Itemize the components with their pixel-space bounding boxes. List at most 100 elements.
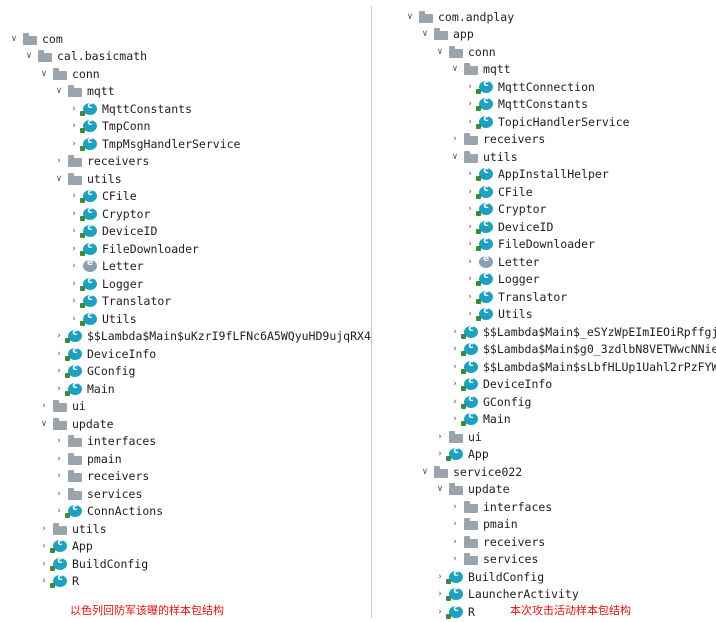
tree-node[interactable]: › receivers (374, 131, 716, 148)
tree-node[interactable]: › Translator (374, 288, 716, 305)
tree-node[interactable]: › receivers (0, 153, 372, 170)
tree-node[interactable]: › Translator (0, 293, 372, 310)
chevron-right-icon[interactable]: › (449, 134, 461, 144)
tree-node[interactable]: › CFile (0, 188, 372, 205)
chevron-right-icon[interactable]: › (68, 279, 80, 289)
tree-node[interactable]: › services (0, 485, 372, 502)
tree-node[interactable]: ∨ com (0, 30, 372, 47)
chevron-right-icon[interactable]: › (464, 82, 476, 92)
chevron-right-icon[interactable]: › (53, 471, 65, 481)
tree-node[interactable]: › $$Lambda$Main$uKzrI9fLFNc6A5WQyuHD9ujqR… (0, 328, 372, 345)
chevron-right-icon[interactable]: › (68, 104, 80, 114)
chevron-right-icon[interactable]: › (464, 204, 476, 214)
tree-node[interactable]: › MqttConnection (374, 78, 716, 95)
tree-node[interactable]: › App (374, 446, 716, 463)
chevron-right-icon[interactable]: › (53, 384, 65, 394)
tree-node[interactable]: › interfaces (0, 433, 372, 450)
chevron-right-icon[interactable]: › (449, 414, 461, 424)
tree-node[interactable]: ∨ update (0, 415, 372, 432)
chevron-right-icon[interactable]: › (68, 209, 80, 219)
tree-node[interactable]: › Logger (0, 275, 372, 292)
chevron-down-icon[interactable]: ∨ (449, 152, 461, 162)
tree-node[interactable]: ∨ app (374, 26, 716, 43)
tree-node[interactable]: › GConfig (0, 363, 372, 380)
tree-node[interactable]: › $$Lambda$Main$g0_3zdlbN8VETWwcNNieK (374, 341, 716, 358)
tree-node[interactable]: › DeviceInfo (0, 345, 372, 362)
tree-node[interactable]: › $$Lambda$Main$_eSYzWpEImIEOiRpffgj2 (374, 323, 716, 340)
tree-node[interactable]: › utils (0, 520, 372, 537)
tree-node[interactable]: ∨ update (374, 481, 716, 498)
chevron-right-icon[interactable]: › (464, 169, 476, 179)
tree-node[interactable]: › ConnActions (0, 503, 372, 520)
chevron-right-icon[interactable]: › (38, 401, 50, 411)
chevron-right-icon[interactable]: › (53, 349, 65, 359)
chevron-right-icon[interactable]: › (464, 257, 476, 267)
tree-node[interactable]: › ui (0, 398, 372, 415)
chevron-right-icon[interactable]: › (464, 239, 476, 249)
tree-node[interactable]: › Main (374, 411, 716, 428)
chevron-right-icon[interactable]: › (53, 366, 65, 376)
tree-node[interactable]: › TopicHandlerService (374, 113, 716, 130)
tree-node[interactable]: › Main (0, 380, 372, 397)
tree-node[interactable]: ∨ service022 (374, 463, 716, 480)
tree-node[interactable]: › $$Lambda$Main$sLbfHLUp1Uahl2rPzFYWz (374, 358, 716, 375)
tree-node[interactable]: ∨ conn (0, 65, 372, 82)
tree-node[interactable]: › Letter (374, 253, 716, 270)
chevron-right-icon[interactable]: › (449, 554, 461, 564)
tree-node[interactable]: › interfaces (374, 498, 716, 515)
tree-node[interactable]: › Cryptor (374, 201, 716, 218)
chevron-right-icon[interactable]: › (449, 502, 461, 512)
chevron-right-icon[interactable]: › (449, 379, 461, 389)
chevron-right-icon[interactable]: › (53, 489, 65, 499)
tree-node[interactable]: › AppInstallHelper (374, 166, 716, 183)
tree-node[interactable]: › MqttConstants (374, 96, 716, 113)
tree-node[interactable]: › receivers (374, 533, 716, 550)
tree-node[interactable]: › pmain (374, 516, 716, 533)
chevron-right-icon[interactable]: › (53, 436, 65, 446)
chevron-right-icon[interactable]: › (434, 449, 446, 459)
tree-node[interactable]: › Letter (0, 258, 372, 275)
chevron-right-icon[interactable]: › (434, 572, 446, 582)
tree-node[interactable]: › BuildConfig (0, 555, 372, 572)
chevron-down-icon[interactable]: ∨ (434, 484, 446, 494)
chevron-right-icon[interactable]: › (38, 524, 50, 534)
tree-node[interactable]: › pmain (0, 450, 372, 467)
chevron-right-icon[interactable]: › (449, 344, 461, 354)
chevron-right-icon[interactable]: › (68, 139, 80, 149)
tree-node[interactable]: › LauncherActivity (374, 586, 716, 603)
tree-node[interactable]: › receivers (0, 468, 372, 485)
tree-node[interactable]: › App (0, 538, 372, 555)
chevron-right-icon[interactable]: › (38, 576, 50, 586)
chevron-right-icon[interactable]: › (68, 226, 80, 236)
chevron-right-icon[interactable]: › (38, 559, 50, 569)
tree-node[interactable]: ∨ conn (374, 43, 716, 60)
chevron-right-icon[interactable]: › (464, 117, 476, 127)
chevron-right-icon[interactable]: › (434, 432, 446, 442)
tree-node[interactable]: › ui (374, 428, 716, 445)
chevron-down-icon[interactable]: ∨ (434, 47, 446, 57)
tree-node[interactable]: › services (374, 551, 716, 568)
tree-node[interactable]: › Cryptor (0, 205, 372, 222)
chevron-right-icon[interactable]: › (434, 607, 446, 617)
chevron-right-icon[interactable]: › (449, 537, 461, 547)
tree-node[interactable]: ∨ mqtt (0, 83, 372, 100)
chevron-right-icon[interactable]: › (68, 261, 80, 271)
chevron-down-icon[interactable]: ∨ (38, 69, 50, 79)
chevron-down-icon[interactable]: ∨ (23, 51, 35, 61)
chevron-right-icon[interactable]: › (53, 506, 65, 516)
chevron-right-icon[interactable]: › (53, 331, 65, 341)
chevron-down-icon[interactable]: ∨ (404, 12, 416, 22)
tree-node[interactable]: ›R (0, 573, 372, 590)
chevron-right-icon[interactable]: › (68, 314, 80, 324)
tree-node[interactable]: › DeviceID (374, 218, 716, 235)
tree-node[interactable]: › Utils (0, 310, 372, 327)
chevron-right-icon[interactable]: › (38, 541, 50, 551)
tree-node[interactable]: › TmpConn (0, 118, 372, 135)
tree-node[interactable]: › FileDownloader (374, 236, 716, 253)
tree-node[interactable]: ∨ com.andplay (374, 8, 716, 25)
tree-node[interactable]: › GConfig (374, 393, 716, 410)
chevron-down-icon[interactable]: ∨ (419, 29, 431, 39)
tree-node[interactable]: › BuildConfig (374, 568, 716, 585)
chevron-right-icon[interactable]: › (434, 589, 446, 599)
chevron-down-icon[interactable]: ∨ (8, 34, 20, 44)
